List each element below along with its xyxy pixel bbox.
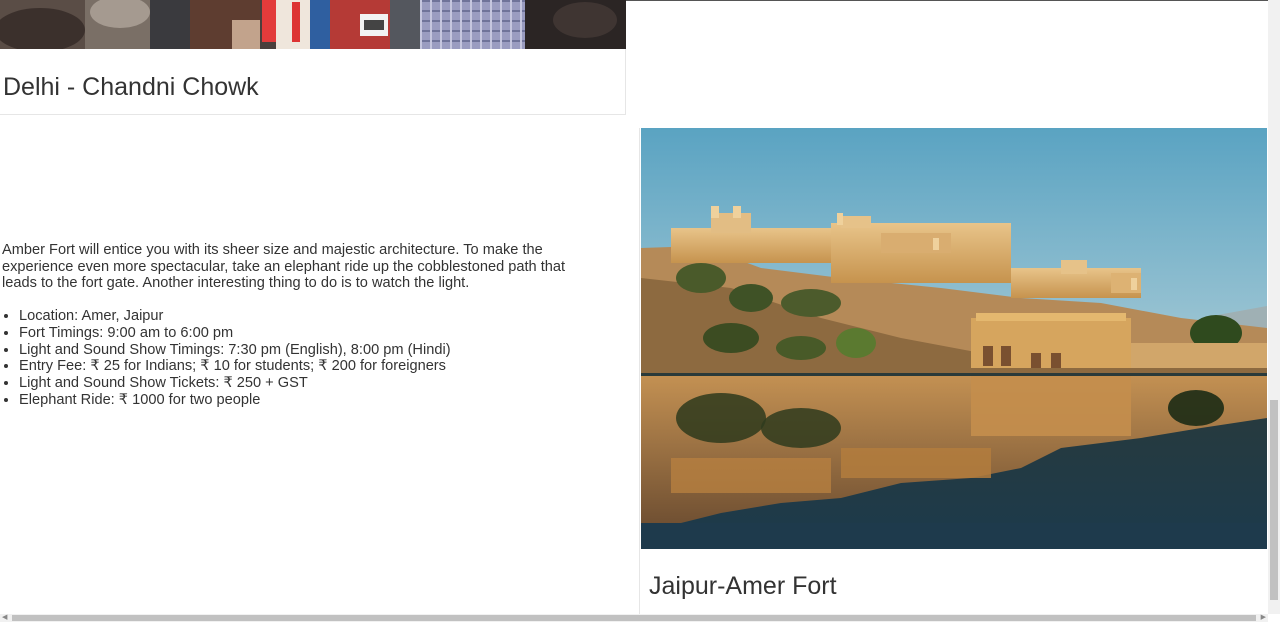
photo-chandni-chowk xyxy=(0,0,626,49)
top-divider xyxy=(626,0,1268,1)
list-item: Fort Timings: 9:00 am to 6:00 pm xyxy=(19,325,602,342)
scroll-right-icon[interactable]: ▶ xyxy=(1261,614,1266,622)
card-jaipur[interactable]: Jaipur-Amer Fort xyxy=(639,128,1267,622)
list-item: Entry Fee: ₹ 25 for Indians; ₹ 10 for st… xyxy=(19,358,602,375)
page-viewport: Delhi - Chandni Chowk Amber Fort will en… xyxy=(0,0,1280,622)
horizontal-scrollbar[interactable]: ◀ ▶ xyxy=(0,614,1268,622)
list-item: Light and Sound Show Timings: 7:30 pm (E… xyxy=(19,342,602,359)
card-title-delhi: Delhi - Chandni Chowk xyxy=(3,73,259,101)
scroll-left-icon[interactable]: ◀ xyxy=(2,614,7,622)
vertical-scrollbar[interactable] xyxy=(1268,0,1280,614)
vertical-scrollbar-thumb[interactable] xyxy=(1270,400,1278,600)
card-delhi[interactable]: Delhi - Chandni Chowk xyxy=(0,0,626,115)
list-item: Light and Sound Show Tickets: ₹ 250 + GS… xyxy=(19,375,602,392)
list-item: Elephant Ride: ₹ 1000 for two people xyxy=(19,392,602,409)
list-item: Location: Amer, Jaipur xyxy=(19,308,602,325)
amber-fort-description: Amber Fort will entice you with its shee… xyxy=(2,242,602,408)
photo-amer-fort xyxy=(641,128,1267,549)
details-list: Location: Amer, Jaipur Fort Timings: 9:0… xyxy=(2,308,602,408)
card-title-jaipur: Jaipur-Amer Fort xyxy=(649,572,837,600)
description-paragraph: Amber Fort will entice you with its shee… xyxy=(2,242,566,292)
horizontal-scrollbar-thumb[interactable] xyxy=(12,615,1256,621)
